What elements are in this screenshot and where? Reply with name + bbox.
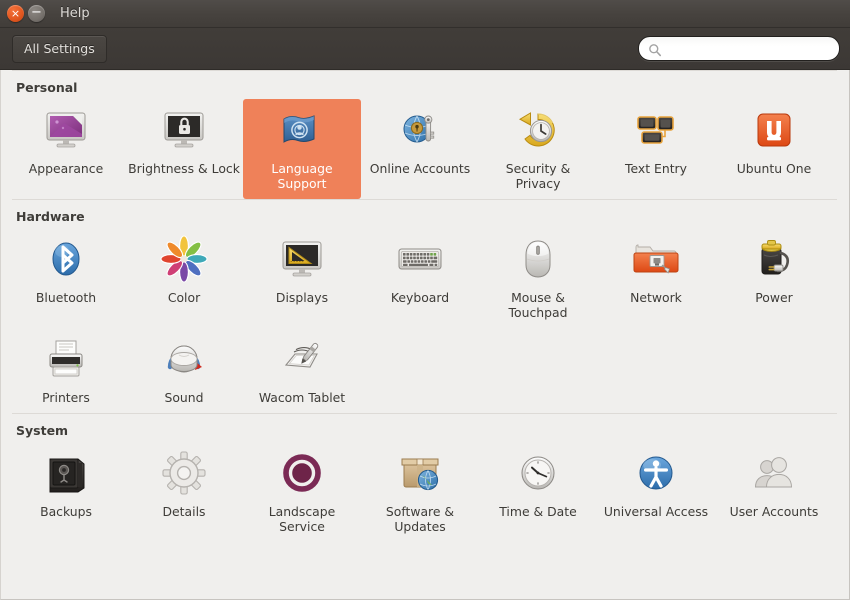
settings-grid: Bluetooth Color Displays Keyboard Mouse & To…: [1, 228, 849, 413]
all-settings-button[interactable]: All Settings: [12, 34, 107, 63]
settings-section: System Backups Details Landscape Service Sof…: [1, 413, 849, 542]
settings-tile[interactable]: Ubuntu One: [715, 99, 833, 199]
settings-tile[interactable]: Printers: [7, 328, 125, 413]
settings-tile[interactable]: Security & Privacy: [479, 99, 597, 199]
network-icon: [632, 235, 680, 283]
settings-tile-label: Ubuntu One: [736, 161, 812, 176]
universal-access-icon: [632, 449, 680, 497]
settings-tile-label: Appearance: [28, 161, 104, 176]
settings-tile[interactable]: Displays: [243, 228, 361, 328]
settings-tile[interactable]: Text Entry: [597, 99, 715, 199]
keyboard-icon: [396, 235, 444, 283]
settings-tile-label: Landscape Service: [268, 504, 336, 534]
window-title: Help: [60, 6, 90, 21]
settings-tile[interactable]: Sound: [125, 328, 243, 413]
minimize-button[interactable]: −: [28, 5, 45, 22]
user-accounts-icon: [750, 449, 798, 497]
landscape-service-icon: [278, 449, 326, 497]
power-icon: [750, 235, 798, 283]
toolbar: All Settings: [0, 28, 850, 70]
section-title: Personal: [16, 80, 78, 95]
settings-tile[interactable]: Wacom Tablet: [243, 328, 361, 413]
settings-tile-label: Network: [630, 290, 682, 305]
close-button[interactable]: ×: [7, 5, 24, 22]
minimize-icon: −: [31, 5, 42, 20]
search-box[interactable]: [638, 36, 840, 61]
sound-icon: [160, 335, 208, 383]
search-icon: [648, 42, 662, 56]
online-accounts-icon: [396, 106, 444, 154]
brightness-lock-icon: [160, 106, 208, 154]
settings-tile-label: Color: [167, 290, 201, 305]
settings-grid: Backups Details Landscape Service Software …: [1, 442, 849, 542]
color-icon: [160, 235, 208, 283]
settings-tile-label: Security & Privacy: [505, 161, 571, 191]
close-icon: ×: [10, 7, 21, 20]
mouse-touchpad-icon: [514, 235, 562, 283]
settings-tile[interactable]: Universal Access: [597, 442, 715, 542]
settings-tile-label: Details: [162, 504, 206, 519]
settings-tile-label: Universal Access: [603, 504, 709, 519]
settings-tile-label: Text Entry: [625, 161, 687, 176]
settings-tile-label: Wacom Tablet: [258, 390, 346, 405]
settings-tile-label: Keyboard: [390, 290, 450, 305]
text-entry-icon: [632, 106, 680, 154]
settings-tile[interactable]: Time & Date: [479, 442, 597, 542]
settings-tile-label: Time & Date: [499, 504, 577, 519]
settings-tile[interactable]: Color: [125, 228, 243, 328]
settings-tile-label: Backups: [40, 504, 92, 519]
settings-section: Hardware Bluetooth Color Displays Keyboard Mo…: [1, 199, 849, 413]
section-title: Hardware: [16, 209, 85, 224]
system-settings-window: × − Help All Settings Personal Appearance…: [0, 0, 850, 600]
settings-tile[interactable]: Brightness & Lock: [125, 99, 243, 199]
settings-tile-label: Bluetooth: [35, 290, 97, 305]
ubuntu-one-icon: [750, 106, 798, 154]
search-input[interactable]: [668, 41, 830, 56]
bluetooth-icon: [42, 235, 90, 283]
backups-icon: [42, 449, 90, 497]
settings-tile-label: Displays: [275, 290, 329, 305]
displays-icon: [278, 235, 326, 283]
time-date-icon: [514, 449, 562, 497]
settings-tile-label: Sound: [164, 390, 204, 405]
language-support-icon: [278, 106, 326, 154]
appearance-icon: [42, 106, 90, 154]
settings-section: Personal Appearance Brightness & Lock Langu…: [1, 70, 849, 199]
settings-tile[interactable]: Bluetooth: [7, 228, 125, 328]
details-icon: [160, 449, 208, 497]
software-updates-icon: [396, 449, 444, 497]
settings-content: Personal Appearance Brightness & Lock Langu…: [0, 70, 850, 600]
section-title: System: [16, 423, 69, 438]
settings-grid: Appearance Brightness & Lock Language Supp…: [1, 99, 849, 199]
printers-icon: [42, 335, 90, 383]
settings-tile[interactable]: Online Accounts: [361, 99, 479, 199]
settings-tile-label: Power: [755, 290, 793, 305]
settings-tile[interactable]: Software & Updates: [361, 442, 479, 542]
settings-tile-label: Mouse & Touchpad: [508, 290, 568, 320]
settings-tile[interactable]: Mouse & Touchpad: [479, 228, 597, 328]
settings-tile[interactable]: Details: [125, 442, 243, 542]
settings-tile-label: Brightness & Lock: [128, 161, 240, 176]
settings-tile-label: Language Support: [271, 161, 333, 191]
settings-tile[interactable]: Language Support: [243, 99, 361, 199]
settings-tile[interactable]: Power: [715, 228, 833, 328]
security-privacy-icon: [514, 106, 562, 154]
settings-tile[interactable]: Backups: [7, 442, 125, 542]
settings-tile[interactable]: Keyboard: [361, 228, 479, 328]
all-settings-label: All Settings: [24, 41, 95, 56]
settings-tile-label: Online Accounts: [369, 161, 471, 176]
wacom-tablet-icon: [278, 335, 326, 383]
settings-tile[interactable]: User Accounts: [715, 442, 833, 542]
titlebar: × − Help: [0, 0, 850, 28]
settings-tile[interactable]: Appearance: [7, 99, 125, 199]
settings-tile-label: Printers: [42, 390, 90, 405]
settings-tile[interactable]: Network: [597, 228, 715, 328]
settings-tile-label: User Accounts: [729, 504, 819, 519]
settings-tile-label: Software & Updates: [385, 504, 455, 534]
settings-tile[interactable]: Landscape Service: [243, 442, 361, 542]
